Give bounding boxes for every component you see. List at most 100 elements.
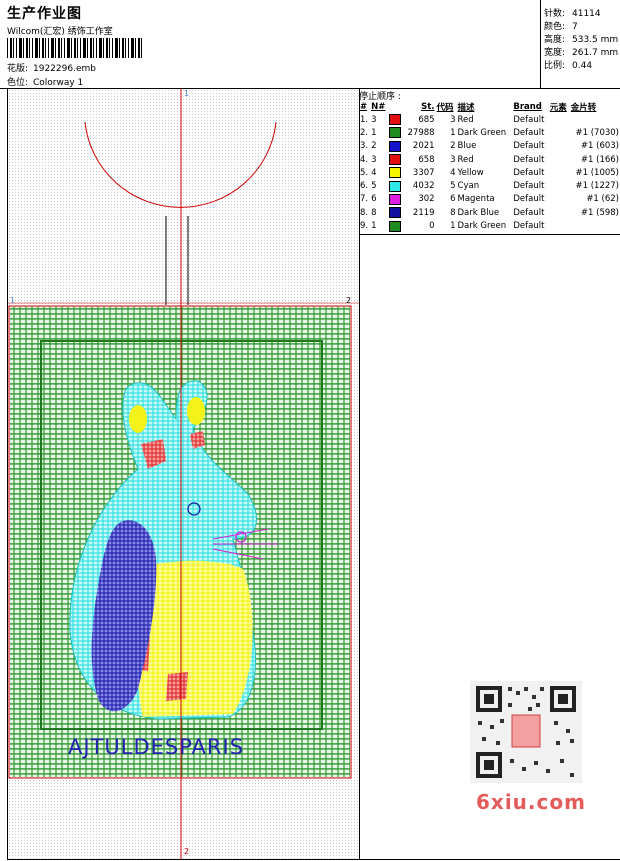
page-title: 生产作业图	[7, 6, 82, 22]
color-sequence-table: # N# St. 代码 描述 Brand 元素 金片转 1. 3 685 3 Red De…	[359, 101, 620, 233]
row-sequin	[570, 219, 620, 232]
row-index: 5.	[360, 167, 369, 178]
row-swatch	[388, 153, 403, 166]
table-row[interactable]: 4. 3 658 3 Red Default #1 (166)	[359, 153, 620, 166]
row-element	[549, 166, 570, 179]
row-stitches: 27988	[407, 127, 435, 138]
row-swatch	[388, 206, 403, 219]
row-swatch	[388, 126, 403, 139]
design-lettering: AJTULDESPARIS	[68, 735, 245, 759]
row-brand: Default	[513, 154, 545, 165]
colorway-value: Colorway 1	[33, 78, 84, 88]
design-file-line: 花版: 1922296.emb	[7, 61, 96, 74]
row-element	[549, 113, 570, 126]
row-code: 1	[450, 127, 456, 138]
row-description: Red	[457, 114, 474, 125]
header: 生产作业图 Wilcom(汇宏) 绣饰工作室 花版: 1922296.emb 色位…	[0, 0, 620, 89]
row-index: 8.	[360, 207, 369, 218]
row-description: Dark Green	[457, 221, 507, 232]
row-code: 5	[450, 181, 456, 192]
row-index: 1.	[360, 114, 369, 125]
row-code: 8	[450, 207, 456, 218]
row-stitches: 0	[429, 221, 435, 232]
axis-bottom-marker: 2	[184, 847, 190, 856]
row-needle: 6	[371, 194, 377, 205]
table-row[interactable]: 3. 2 2021 2 Blue Default #1 (603)	[359, 140, 620, 153]
row-brand: Default	[513, 194, 545, 205]
row-needle: 3	[371, 114, 377, 125]
col-swatch	[388, 101, 403, 113]
row-needle: 3	[371, 154, 377, 165]
axis-right-marker: 2	[346, 296, 352, 305]
row-code: 2	[450, 141, 456, 152]
color-swatch	[389, 114, 402, 126]
row-sequin: #1 (598)	[580, 207, 619, 218]
row-index: 9.	[360, 221, 369, 232]
col-brand: Brand	[513, 102, 542, 112]
stat-height: 高度: 533.5 mm	[544, 35, 619, 45]
row-stitches: 2021	[412, 141, 435, 152]
row-brand: Default	[513, 127, 545, 138]
stop-order-panel: 停止顺序 : # N# St. 代码 描述 Brand 元素 金片转 1. 3 68…	[359, 89, 620, 860]
table-row[interactable]: 8. 8 2119 8 Dark Blue Default #1 (598)	[359, 206, 620, 219]
col-description: 描述	[457, 103, 475, 113]
row-swatch	[388, 219, 403, 232]
row-stitches: 2119	[412, 207, 435, 218]
col-sequin: 金片转	[570, 103, 597, 113]
row-index: 6.	[360, 181, 369, 192]
row-element	[549, 179, 570, 192]
color-swatch	[389, 154, 402, 166]
colorway-line: 色位: Colorway 1	[7, 75, 83, 88]
row-code: 6	[450, 194, 456, 205]
row-swatch	[388, 113, 403, 126]
row-brand: Default	[513, 141, 545, 152]
design-file-label: 花版:	[7, 64, 29, 74]
row-element	[549, 193, 570, 206]
barcode	[7, 38, 142, 58]
row-index: 4.	[360, 154, 369, 165]
left-inner-ear	[129, 405, 147, 433]
row-description: Magenta	[457, 194, 495, 205]
row-sequin	[570, 113, 620, 126]
colorway-label: 色位:	[7, 78, 29, 88]
table-row[interactable]: 6. 5 4032 5 Cyan Default #1 (1227)	[359, 179, 620, 192]
stats-panel: 针数: 41114 颜色: 7 高度: 533.5 mm 宽度: 261.7 mm 比例…	[540, 0, 620, 88]
row-brand: Default	[513, 167, 545, 178]
row-sequin: #1 (603)	[580, 141, 619, 152]
col-code: 代码	[436, 103, 454, 113]
row-stitches: 4032	[412, 181, 435, 192]
row-index: 3.	[360, 141, 369, 152]
col-stitches: St.	[421, 102, 435, 112]
row-code: 4	[450, 167, 456, 178]
row-code: 3	[450, 154, 456, 165]
row-description: Dark Green	[457, 127, 507, 138]
design-file-value: 1922296.emb	[33, 64, 96, 74]
table-row[interactable]: 7. 6 302 6 Magenta Default #1 (62)	[359, 193, 620, 206]
table-row[interactable]: 2. 1 27988 1 Dark Green Default #1 (7030)	[359, 126, 620, 139]
row-needle: 2	[371, 141, 377, 152]
row-needle: 5	[371, 181, 377, 192]
table-row[interactable]: 1. 3 685 3 Red Default	[359, 113, 620, 126]
table-row[interactable]: 5. 4 3307 4 Yellow Default #1 (1005)	[359, 166, 620, 179]
row-swatch	[388, 193, 403, 206]
row-swatch	[388, 166, 403, 179]
table-row[interactable]: 9. 1 0 1 Dark Green Default	[359, 219, 620, 232]
row-description: Dark Blue	[457, 207, 500, 218]
row-needle: 4	[371, 167, 377, 178]
row-brand: Default	[513, 181, 545, 192]
row-sequin: #1 (7030)	[575, 127, 620, 138]
row-sequin: #1 (1227)	[575, 181, 620, 192]
row-needle: 1	[371, 221, 377, 232]
design-canvas[interactable]: 1 2 1 2 AJTULDESPARIS	[7, 89, 360, 860]
row-stitches: 685	[418, 114, 435, 125]
color-swatch	[389, 220, 402, 232]
row-description: Red	[457, 154, 474, 165]
color-swatch	[389, 167, 402, 179]
row-index: 7.	[360, 194, 369, 205]
col-needle: N#	[371, 102, 386, 112]
color-rows: 1. 3 685 3 Red Default 2. 1 27988 1 Dark Green Defa…	[359, 113, 620, 233]
row-code: 3	[450, 114, 456, 125]
row-sequin: #1 (1005)	[575, 167, 620, 178]
row-stitches: 658	[418, 154, 435, 165]
row-swatch	[388, 179, 403, 192]
